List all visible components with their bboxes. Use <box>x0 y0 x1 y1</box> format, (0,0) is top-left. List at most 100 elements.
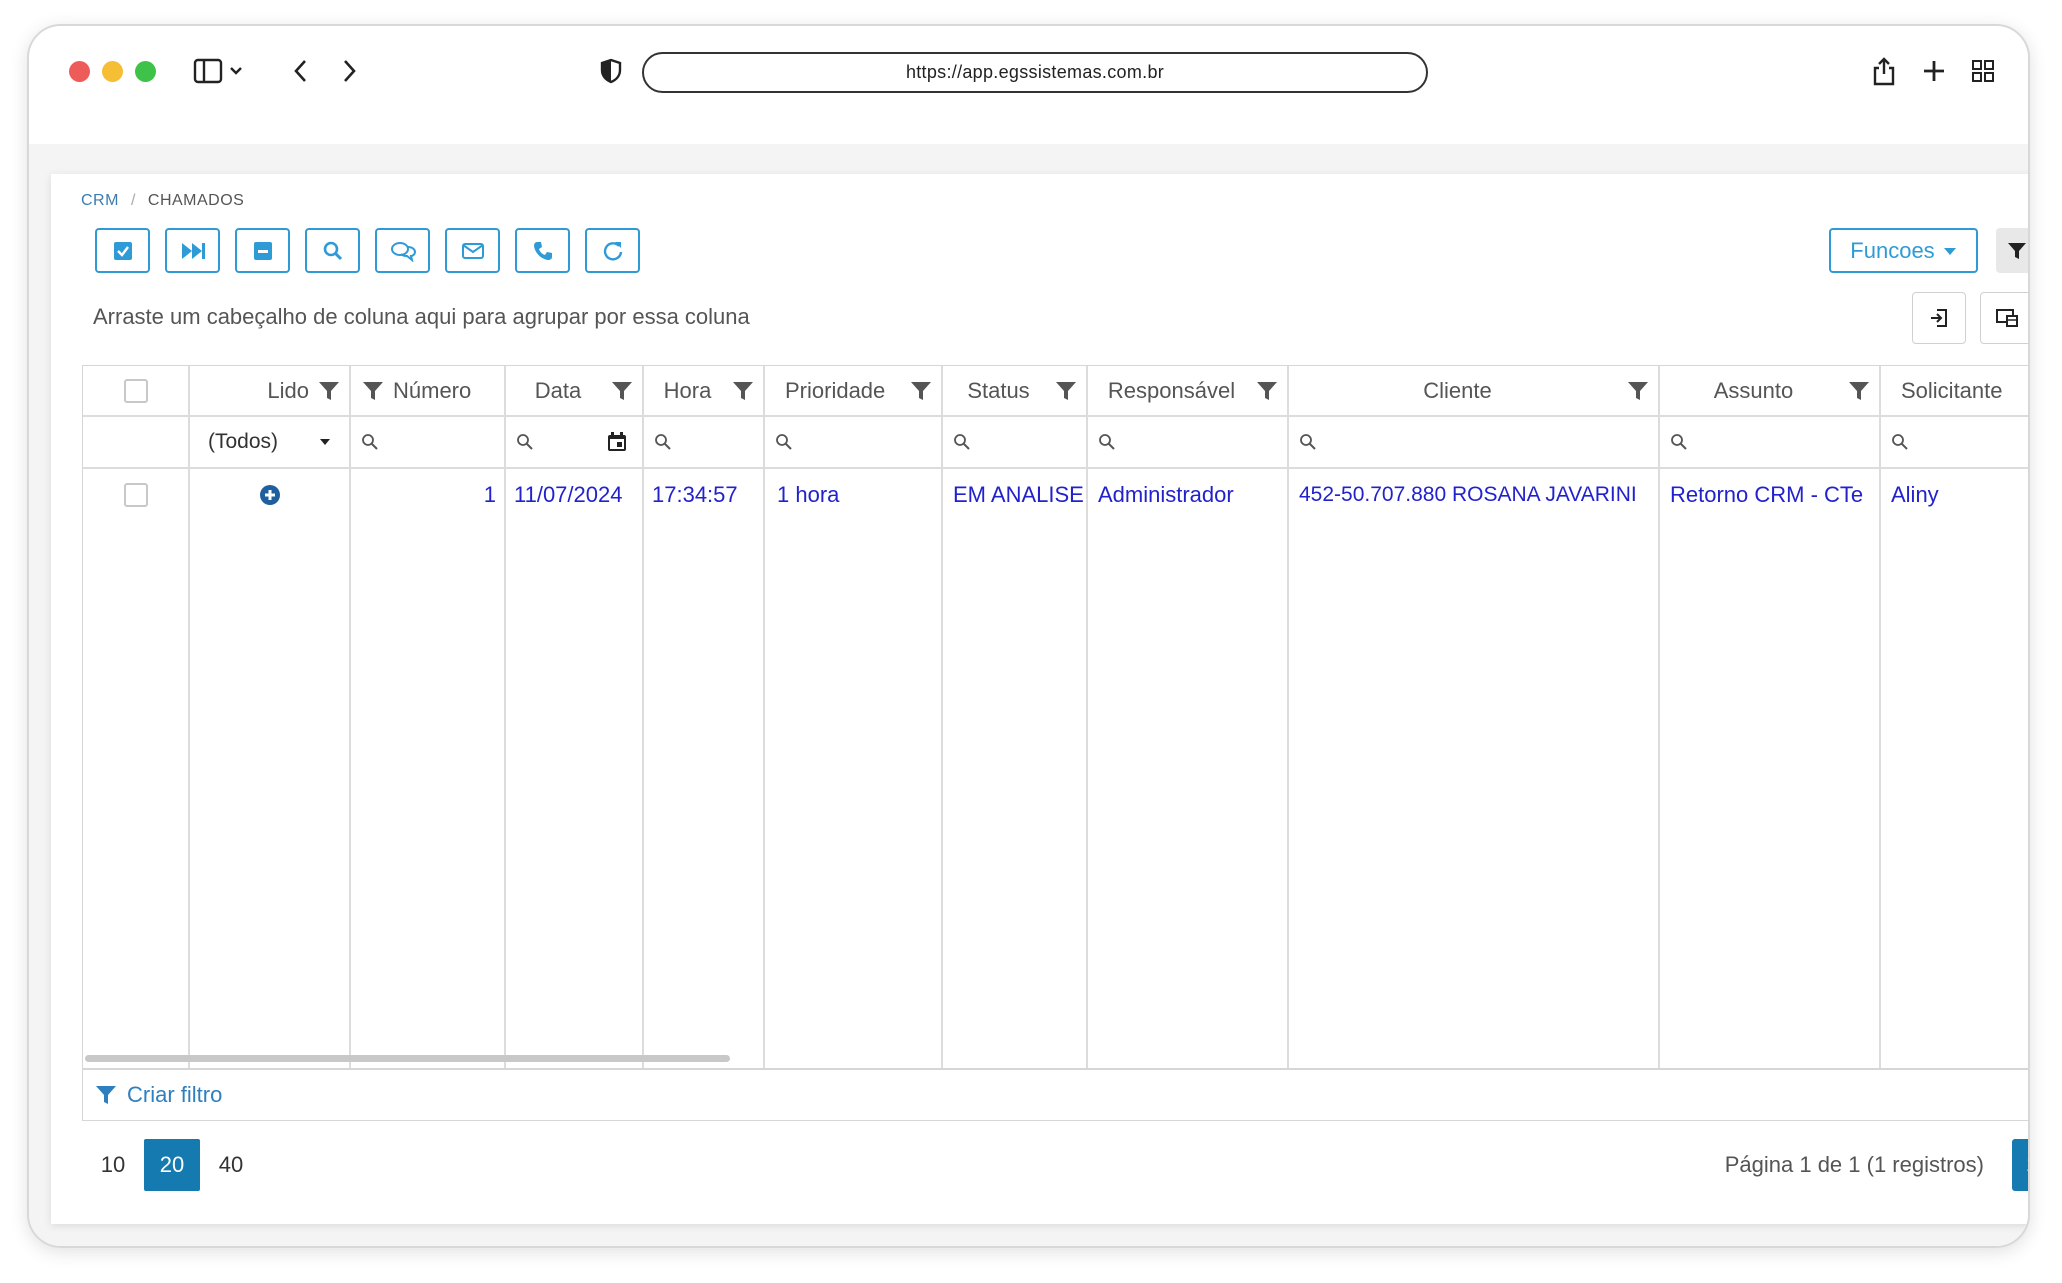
cliente-cell[interactable]: 452-50.707.880 ROSANA JAVARINI <box>1289 469 1658 521</box>
cliente-filter-input[interactable] <box>1289 417 1658 469</box>
row-select-cell <box>83 469 188 521</box>
breadcrumb-crm-link[interactable]: CRM <box>81 192 119 209</box>
status-cell[interactable]: EM ANALISE <box>943 469 1086 521</box>
refresh-button[interactable] <box>585 228 640 273</box>
header-responsavel[interactable]: Responsável <box>1088 366 1287 417</box>
header-lido-label: Lido <box>267 377 309 403</box>
search-icon <box>776 434 792 450</box>
share-icon[interactable] <box>1867 54 1901 88</box>
header-lido[interactable]: Lido <box>190 366 349 417</box>
search-icon <box>1099 434 1115 450</box>
search-icon <box>954 434 970 450</box>
breadcrumb: CRM / CHAMADOS <box>81 192 244 210</box>
forward-icon[interactable] <box>332 54 366 88</box>
header-cliente[interactable]: Cliente <box>1289 366 1658 417</box>
hora-cell[interactable]: 17:34:57 <box>644 469 763 521</box>
search-icon <box>1300 434 1316 450</box>
export-button[interactable] <box>1912 292 1966 344</box>
numero-cell[interactable]: 1 <box>351 469 504 521</box>
header-assunto[interactable]: Assunto <box>1660 366 1879 417</box>
email-button[interactable] <box>445 228 500 273</box>
page-size-10[interactable]: 10 <box>82 1139 144 1191</box>
header-solicitante-label: Solicitante <box>1901 377 2003 403</box>
assunto-cell[interactable]: Retorno CRM - CTe <box>1660 469 1879 521</box>
create-filter-link[interactable]: Criar filtro <box>127 1082 222 1108</box>
select-column <box>83 366 190 1068</box>
advance-button[interactable] <box>165 228 220 273</box>
close-window-button[interactable] <box>69 61 90 82</box>
select-all-button[interactable] <box>95 228 150 273</box>
column-cliente: Cliente 452-50.707.880 ROSANA JAVARINI <box>1289 366 1660 1068</box>
tab-overview-icon[interactable] <box>1966 54 2000 88</box>
header-responsavel-label: Responsável <box>1107 377 1236 403</box>
page-size-40[interactable]: 40 <box>200 1139 262 1191</box>
responsavel-cell[interactable]: Administrador <box>1088 469 1287 521</box>
numero-filter-input[interactable] <box>351 417 504 469</box>
column-prioridade: Prioridade 1 hora <box>765 366 943 1068</box>
lido-filter-select[interactable]: (Todos) <box>190 417 349 469</box>
filter-icon[interactable] <box>909 380 933 402</box>
horizontal-scrollbar[interactable] <box>85 1055 730 1062</box>
header-status[interactable]: Status <box>943 366 1086 417</box>
remove-button[interactable] <box>235 228 290 273</box>
responsavel-filter-input[interactable] <box>1088 417 1287 469</box>
column-data: Data 11/07/2024 <box>506 366 644 1068</box>
assunto-filter-input[interactable] <box>1660 417 1879 469</box>
header-prioridade-label: Prioridade <box>785 377 886 403</box>
new-tab-icon[interactable] <box>1917 54 1951 88</box>
header-solicitante[interactable]: Solicitante <box>1881 366 2028 417</box>
filter-icon[interactable] <box>731 380 755 402</box>
minimize-window-button[interactable] <box>102 61 123 82</box>
filter-panel-button[interactable] <box>1996 228 2028 273</box>
sidebar-toggle-icon[interactable] <box>191 54 247 88</box>
select-filter-cell <box>83 417 188 469</box>
column-chooser-button[interactable] <box>1980 292 2028 344</box>
page-size-20[interactable]: 20 <box>144 1139 200 1191</box>
check-square-icon <box>113 241 132 260</box>
plus-circle-icon[interactable] <box>259 484 281 506</box>
funcoes-dropdown[interactable]: Funcoes <box>1829 228 1978 273</box>
data-grid: Lido (Todos) Número 1 Data 11/07/2024 Ho… <box>82 365 2028 1069</box>
current-page-button[interactable]: 1 <box>2012 1139 2028 1191</box>
filter-icon[interactable] <box>361 380 385 402</box>
filter-icon[interactable] <box>1054 380 1078 402</box>
phone-button[interactable] <box>515 228 570 273</box>
refresh-icon <box>603 241 622 261</box>
column-assunto: Assunto Retorno CRM - CTe <box>1660 366 1881 1068</box>
address-bar[interactable]: https://app.egssistemas.com.br <box>642 52 1428 93</box>
column-hora: Hora 17:34:57 <box>644 366 765 1068</box>
prioridade-filter-input[interactable] <box>765 417 941 469</box>
filter-icon[interactable] <box>1255 380 1279 402</box>
funcoes-label: Funcoes <box>1850 237 1935 263</box>
header-hora[interactable]: Hora <box>644 366 763 417</box>
select-all-checkbox[interactable] <box>123 378 148 403</box>
fast-forward-icon <box>181 242 205 259</box>
filter-icon[interactable] <box>610 380 634 402</box>
search-icon <box>655 434 671 450</box>
chat-button[interactable] <box>375 228 430 273</box>
header-assunto-label: Assunto <box>1713 377 1794 403</box>
breadcrumb-current: CHAMADOS <box>147 192 245 209</box>
solicitante-cell[interactable]: Aliny <box>1881 469 2028 521</box>
filter-icon[interactable] <box>317 380 341 402</box>
filter-icon[interactable] <box>1626 380 1650 402</box>
prioridade-cell[interactable]: 1 hora <box>765 469 941 521</box>
row-checkbox[interactable] <box>123 483 148 507</box>
header-data[interactable]: Data <box>506 366 642 417</box>
data-cell[interactable]: 11/07/2024 <box>506 469 642 521</box>
status-filter-input[interactable] <box>943 417 1086 469</box>
header-numero[interactable]: Número <box>351 366 504 417</box>
data-filter-input[interactable] <box>506 417 642 469</box>
main-panel: CRM / CHAMADOS Funcoes Arraste um cabeça… <box>51 174 2028 1224</box>
header-prioridade[interactable]: Prioridade <box>765 366 941 417</box>
back-icon[interactable] <box>284 54 318 88</box>
shield-icon[interactable] <box>594 54 628 88</box>
export-icon <box>1931 309 1947 327</box>
search-button[interactable] <box>305 228 360 273</box>
hora-filter-input[interactable] <box>644 417 763 469</box>
calendar-icon[interactable] <box>606 431 628 453</box>
maximize-window-button[interactable] <box>135 61 156 82</box>
solicitante-filter-input[interactable] <box>1881 417 2028 469</box>
filter-icon[interactable] <box>1847 380 1871 402</box>
column-numero: Número 1 <box>351 366 506 1068</box>
